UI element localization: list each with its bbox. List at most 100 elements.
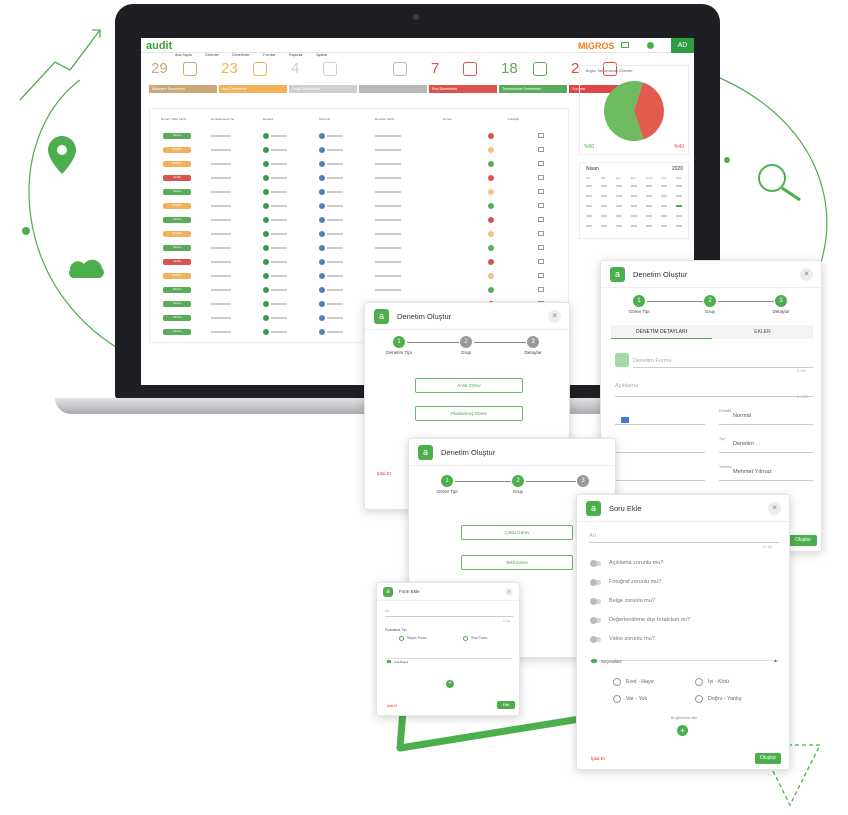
photo-icon[interactable]: [538, 147, 544, 152]
calendar-day[interactable]: [661, 225, 667, 227]
user-avatar[interactable]: AD: [671, 38, 694, 53]
calendar-day[interactable]: [601, 195, 607, 197]
column-header[interactable]: Denetim Tarihi: [375, 117, 394, 121]
nav-item[interactable]: Denetimler: [232, 53, 249, 57]
calendar-day[interactable]: [616, 195, 622, 197]
checklist-select[interactable]: [615, 441, 705, 453]
stat-card[interactable]: 18 Tamamlanan Denetimler: [499, 60, 567, 93]
table-row[interactable]: Başladı: [153, 271, 567, 282]
cancel-link[interactable]: İptal Et: [591, 756, 605, 761]
cancel-link[interactable]: İptal Et: [387, 704, 397, 708]
table-row[interactable]: Tamam: [153, 285, 567, 296]
photo-icon[interactable]: [538, 161, 544, 166]
calendar-day[interactable]: [601, 215, 607, 217]
nav-item[interactable]: Ayarlar: [316, 53, 327, 57]
table-row[interactable]: Başladı: [153, 201, 567, 212]
calendar-day[interactable]: [601, 185, 607, 187]
create-button[interactable]: Oluştur: [755, 753, 781, 764]
photo-icon[interactable]: [538, 273, 544, 278]
table-row[interactable]: Tamam: [153, 215, 567, 226]
photo-icon[interactable]: [538, 231, 544, 236]
options-toggle-icon[interactable]: [591, 659, 597, 663]
table-row[interactable]: Başladı: [153, 145, 567, 156]
calendar-day[interactable]: [616, 215, 622, 217]
calendar-day[interactable]: [586, 195, 592, 197]
nav-item[interactable]: Raporlar: [289, 53, 303, 57]
calendar-day[interactable]: [631, 185, 637, 187]
calendar-day[interactable]: [586, 215, 592, 217]
settings-icon[interactable]: [647, 42, 654, 49]
photo-icon[interactable]: [538, 189, 544, 194]
calendar-month[interactable]: Nisan: [586, 166, 599, 172]
instant-task-button[interactable]: Anlık Görev: [415, 378, 523, 393]
add-option-icon[interactable]: +: [677, 725, 688, 736]
calendar-day[interactable]: [586, 205, 592, 207]
photo-icon[interactable]: [538, 203, 544, 208]
type-select[interactable]: Denetim: [719, 441, 813, 453]
photo-icon[interactable]: [538, 217, 544, 222]
calendar-day[interactable]: [601, 225, 607, 227]
calendar-day[interactable]: [676, 215, 682, 217]
column-header[interactable]: Fotoğraf: [508, 117, 519, 121]
form-name-input[interactable]: Ad: [385, 609, 513, 617]
chevron-up-icon[interactable]: ▲: [773, 658, 778, 664]
nav-item[interactable]: Ana Sayfa: [175, 53, 192, 57]
tab-attachments[interactable]: EKLER: [712, 325, 813, 339]
calendar-day[interactable]: [676, 185, 682, 187]
toggle-switch[interactable]: [590, 617, 601, 624]
description-input[interactable]: Açıklama: [615, 383, 813, 397]
table-row[interactable]: Tamam: [153, 187, 567, 198]
table-row[interactable]: Gecikti: [153, 257, 567, 268]
table-row[interactable]: Tamam: [153, 243, 567, 254]
calendar-day[interactable]: [661, 195, 667, 197]
photo-icon[interactable]: [538, 133, 544, 138]
add-section-icon[interactable]: +: [446, 680, 454, 688]
success-score-radio[interactable]: [399, 636, 404, 641]
calendar-day[interactable]: [631, 205, 637, 207]
cancel-link[interactable]: İptal Et: [377, 471, 391, 476]
risk-score-radio[interactable]: [463, 636, 468, 641]
close-icon[interactable]: ✕: [505, 588, 513, 596]
single-task-button[interactable]: Tekli Görev: [461, 555, 573, 570]
photo-icon[interactable]: [538, 287, 544, 292]
calendar-day[interactable]: [616, 185, 622, 187]
calendar-day[interactable]: [676, 205, 682, 207]
priority-select[interactable]: Normal: [719, 413, 813, 425]
location-select[interactable]: [615, 469, 705, 481]
column-header[interactable]: Sorumlu: [319, 117, 330, 121]
planned-task-button[interactable]: Planlanmış Görev: [415, 406, 523, 421]
calendar-day[interactable]: [646, 195, 652, 197]
create-button[interactable]: Oluştur: [789, 535, 817, 546]
calendar-day[interactable]: [661, 205, 667, 207]
option-radio[interactable]: [695, 695, 703, 703]
calendar-day[interactable]: [646, 205, 652, 207]
calendar-day[interactable]: [631, 195, 637, 197]
option-radio[interactable]: [695, 678, 703, 686]
column-header[interactable]: Durum / Bitiş Tarihi: [161, 117, 186, 121]
calendar-day[interactable]: [631, 225, 637, 227]
calendar-day[interactable]: [646, 185, 652, 187]
calendar-day[interactable]: [676, 225, 682, 227]
stat-card[interactable]: 29 Bekleyen Denetimler: [149, 60, 217, 93]
screen-icon[interactable]: [621, 42, 629, 48]
toggle-switch[interactable]: [590, 598, 601, 605]
calendar-day[interactable]: [676, 195, 682, 197]
column-header[interactable]: Durum: [443, 117, 452, 121]
audit-name-input[interactable]: Denetim Formu: [633, 358, 813, 368]
section-toggle-icon[interactable]: [387, 660, 391, 663]
table-row[interactable]: Başladı: [153, 159, 567, 170]
option-radio[interactable]: [613, 678, 621, 686]
calendar-day[interactable]: [586, 185, 592, 187]
photo-icon[interactable]: [538, 175, 544, 180]
stat-card[interactable]: 23 Açık Denetimler: [219, 60, 287, 93]
toggle-switch[interactable]: [590, 636, 601, 643]
option-radio[interactable]: [613, 695, 621, 703]
multi-task-button[interactable]: Çoklu Görev: [461, 525, 573, 540]
column-header[interactable]: Denetlenecek Yer: [211, 117, 235, 121]
calendar-day[interactable]: [616, 225, 622, 227]
table-row[interactable]: Gecikti: [153, 173, 567, 184]
calendar-day[interactable]: [631, 215, 637, 217]
photo-icon[interactable]: [538, 259, 544, 264]
table-row[interactable]: Başladı: [153, 229, 567, 240]
close-icon[interactable]: ✕: [548, 310, 561, 323]
